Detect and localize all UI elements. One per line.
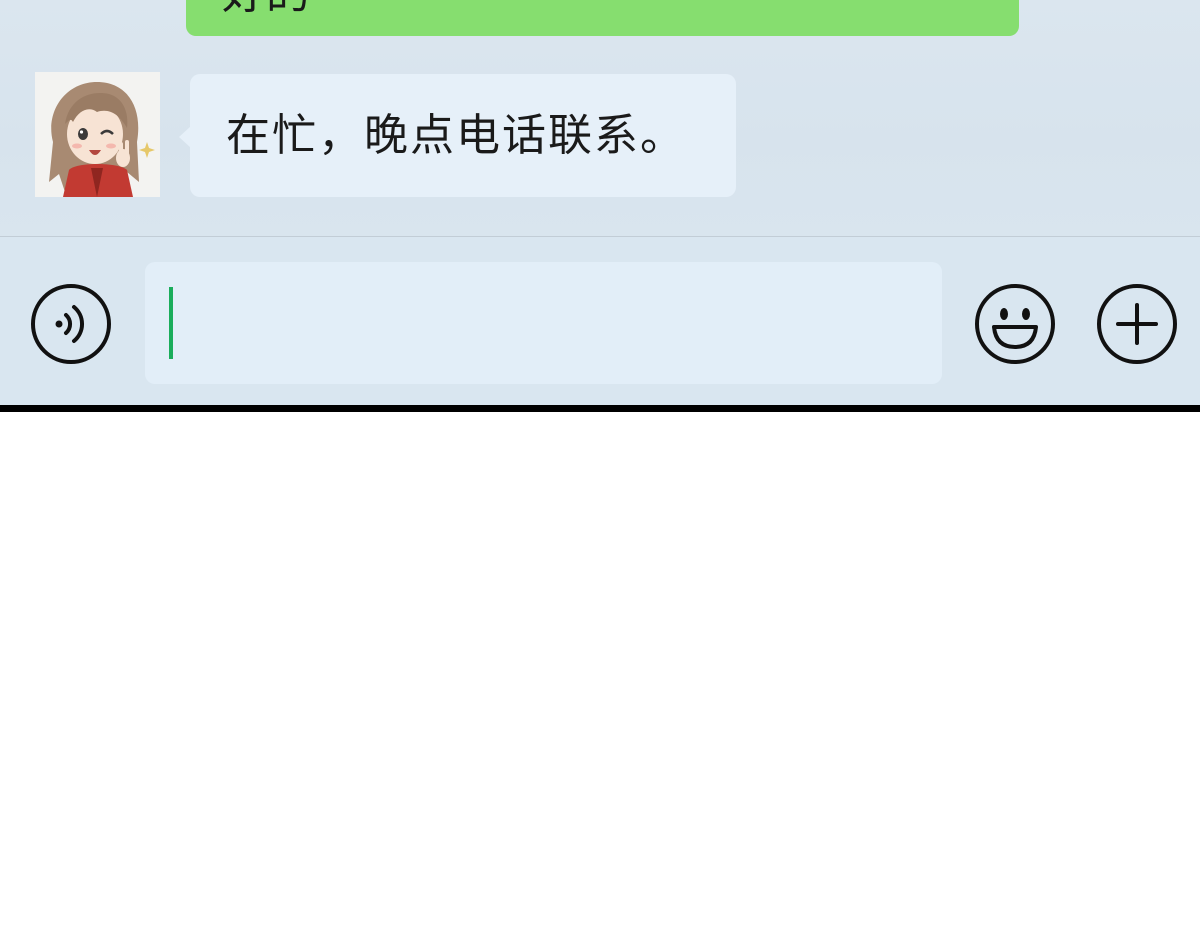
panel-border [0, 405, 1200, 412]
sent-message-text: 好的 [222, 0, 310, 16]
blank-area [0, 412, 1200, 937]
plus-icon [1097, 284, 1177, 364]
message-input[interactable] [145, 262, 942, 384]
avatar[interactable] [35, 72, 160, 197]
text-caret [169, 287, 173, 359]
chat-area: 好的 [0, 0, 1200, 236]
voice-input-button[interactable] [30, 283, 112, 365]
more-options-button[interactable] [1096, 283, 1178, 365]
received-message-bubble[interactable]: 在忙，晚点电话联系。 [179, 74, 736, 197]
emoji-icon [975, 284, 1055, 364]
sent-message-bubble[interactable]: 好的 [186, 0, 1019, 36]
voice-icon [31, 284, 111, 364]
received-message-text: 在忙，晚点电话联系。 [226, 110, 686, 161]
emoji-button[interactable] [974, 283, 1056, 365]
input-bar [0, 237, 1200, 405]
avatar-illustration [35, 72, 160, 197]
